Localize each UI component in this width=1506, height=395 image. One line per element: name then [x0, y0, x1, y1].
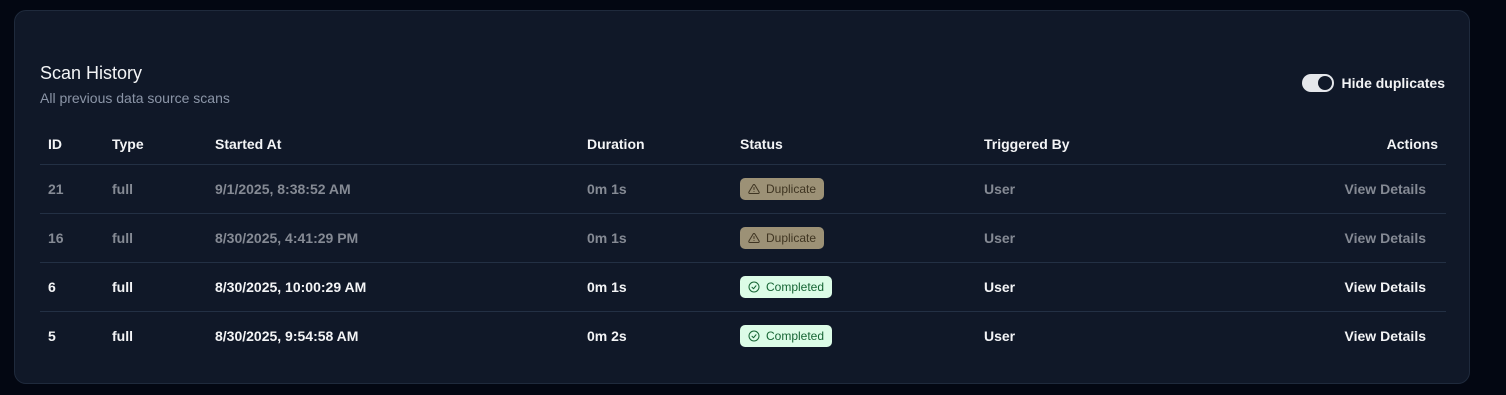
table-header-row: ID Type Started At Duration Status Trigg…: [40, 124, 1446, 164]
table-row: 21 full 9/1/2025, 8:38:52 AM 0m 1s Dupli…: [40, 164, 1446, 213]
status-badge-label: Duplicate: [766, 231, 817, 245]
column-header-triggered-by: Triggered By: [984, 136, 1070, 152]
warning-icon: [748, 232, 760, 243]
cell-status: Completed: [740, 312, 833, 360]
page-title: Scan History: [40, 63, 143, 83]
column-header-status: Status: [740, 136, 783, 152]
cell-triggered-by: User: [984, 230, 1016, 246]
table-row: 5 full 8/30/2025, 9:54:58 AM 0m 2s Compl…: [40, 311, 1446, 360]
toggle-switch[interactable]: [1301, 74, 1334, 92]
cell-status: Duplicate: [740, 214, 825, 262]
toggle-knob: [1317, 76, 1332, 90]
column-header-actions: Actions: [1386, 136, 1438, 152]
view-details-link[interactable]: View Details: [1345, 214, 1426, 262]
status-badge: Duplicate: [740, 227, 825, 249]
column-header-id: ID: [48, 136, 62, 152]
cell-triggered-by: User: [984, 181, 1016, 197]
toggle-label: Hide duplicates: [1341, 75, 1445, 91]
cell-type: full: [112, 181, 133, 197]
status-badge: Completed: [740, 276, 833, 298]
status-badge: Completed: [740, 325, 833, 347]
table-row: 16 full 8/30/2025, 4:41:29 PM 0m 1s Dupl…: [40, 213, 1446, 262]
column-header-started-at: Started At: [215, 136, 282, 152]
status-badge-label: Completed: [766, 280, 825, 294]
cell-id: 21: [48, 181, 64, 197]
status-badge-label: Duplicate: [766, 182, 817, 196]
cell-type: full: [112, 230, 133, 246]
cell-started-at: 8/30/2025, 9:54:58 AM: [215, 328, 359, 344]
warning-icon: [748, 183, 760, 194]
cell-triggered-by: User: [984, 279, 1016, 295]
cell-type: full: [112, 279, 133, 295]
cell-status: Duplicate: [740, 165, 825, 213]
view-details-link[interactable]: View Details: [1345, 165, 1426, 213]
cell-started-at: 8/30/2025, 10:00:29 AM: [215, 279, 367, 295]
page-subtitle: All previous data source scans: [40, 90, 230, 106]
cell-duration: 0m 1s: [587, 181, 627, 197]
view-details-link[interactable]: View Details: [1345, 263, 1426, 311]
cell-triggered-by: User: [984, 328, 1016, 344]
column-header-duration: Duration: [587, 136, 645, 152]
table-row: 6 full 8/30/2025, 10:00:29 AM 0m 1s Comp…: [40, 262, 1446, 311]
status-badge: Duplicate: [740, 178, 825, 200]
hide-duplicates-toggle[interactable]: Hide duplicates: [1301, 74, 1445, 92]
view-details-link[interactable]: View Details: [1345, 312, 1426, 360]
cell-id: 6: [48, 279, 56, 295]
scan-history-card: Scan History All previous data source sc…: [14, 10, 1470, 384]
cell-duration: 0m 2s: [587, 328, 627, 344]
check-circle-icon: [748, 330, 760, 342]
cell-id: 16: [48, 230, 64, 246]
cell-id: 5: [48, 328, 56, 344]
scan-history-table: ID Type Started At Duration Status Trigg…: [40, 124, 1446, 360]
cell-status: Completed: [740, 263, 833, 311]
cell-started-at: 8/30/2025, 4:41:29 PM: [215, 230, 359, 246]
cell-duration: 0m 1s: [587, 279, 627, 295]
cell-duration: 0m 1s: [587, 230, 627, 246]
status-badge-label: Completed: [766, 329, 825, 343]
cell-started-at: 9/1/2025, 8:38:52 AM: [215, 181, 351, 197]
check-circle-icon: [748, 281, 760, 293]
cell-type: full: [112, 328, 133, 344]
column-header-type: Type: [112, 136, 144, 152]
